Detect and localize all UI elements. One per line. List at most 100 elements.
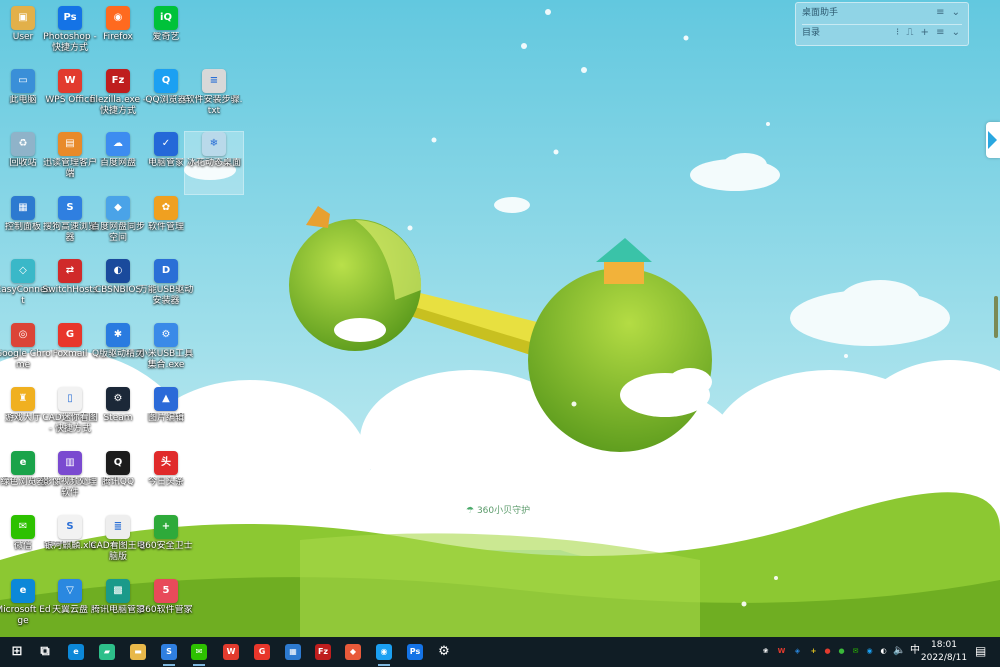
desktop-icon[interactable]: ≡ 软件安装步骤.txt (185, 69, 243, 131)
steam-icon: ⚙ (106, 387, 130, 411)
side-panel-tab[interactable] (986, 122, 1000, 158)
reader-app-icon: ▤ (58, 132, 82, 156)
tray-app-3-icon[interactable]: ● (836, 646, 847, 657)
usb-tool-icon: ⚙ (154, 323, 178, 347)
widget-title-tools[interactable]: ≡ ⌄ (936, 5, 962, 21)
desktop-icon-label: 360安全卫士 (139, 541, 193, 551)
text-file-icon: ≡ (202, 69, 226, 93)
driver-installer-icon: D (154, 259, 178, 283)
news-app-icon: 头 (154, 451, 178, 475)
edge-icon: e (11, 579, 35, 603)
iqiyi-icon: iQ (154, 6, 178, 30)
desktop-icon-label: 今日头条 (147, 477, 184, 487)
control-panel-icon: ▦ (11, 196, 35, 220)
browser-taskbar-icon[interactable]: ◉ (369, 640, 399, 666)
task-view-button[interactable]: ⧉ (30, 640, 60, 664)
settings-glyph-icon: ⚙ (438, 644, 450, 659)
side-tab-arrow-icon (988, 131, 997, 149)
control-panel-taskbar-icon[interactable]: ▦ (278, 640, 308, 664)
photoshop-taskbar-icon[interactable]: Ps (400, 640, 430, 664)
volume-icon[interactable]: 🔈 (893, 645, 905, 657)
tray-app-2-icon[interactable]: ● (822, 646, 833, 657)
sogou-taskbar-icon[interactable]: S (154, 640, 184, 666)
pc-manager-icon: ✓ (154, 132, 178, 156)
start-glyph-icon: ⊞ (11, 644, 23, 659)
switchhosts-icon: ⇄ (58, 259, 82, 283)
tray-shield-icon[interactable]: ◈ (792, 646, 803, 657)
widget-directory-row: 目录 ⁝ ⎍ + ≡ ⌄ (802, 24, 962, 41)
desktop-icon[interactable]: ⚙ 小米USB工具集合.exe (137, 323, 195, 385)
desktop-icon-label: 360软件管家 (139, 605, 193, 615)
tray-app-5-icon[interactable]: ◐ (878, 646, 889, 657)
foxmail-taskbar-icon[interactable]: G (247, 640, 277, 664)
desktop-icon-label: 万能USB驱动安装器 (138, 285, 194, 306)
photoshop-glyph-icon: Ps (407, 644, 423, 660)
bios-tool-icon: ◐ (106, 259, 130, 283)
foxmail-icon: G (58, 323, 82, 347)
widget-subtitle: 目录 (802, 28, 821, 38)
firefox-icon: ◉ (106, 6, 130, 30)
app-glyph-icon: ◆ (345, 644, 361, 660)
widget-title-row: 桌面助手 ≡ ⌄ (802, 5, 962, 21)
start-button[interactable]: ⊞ (2, 640, 32, 664)
desktop-icon-label: 图片编辑 (147, 413, 184, 423)
desktop-icon[interactable]: +360安全卫士 (137, 515, 195, 577)
qq-browser-icon: Q (154, 69, 178, 93)
desktop-icon[interactable]: D 万能USB驱动安装器 (137, 259, 195, 321)
snowflake-icon: ❄ (202, 132, 226, 156)
desktop-icon-label: 冰花动态桌面 (186, 158, 241, 168)
clock-time: 18:01 (931, 640, 957, 650)
settings-taskbar-icon[interactable]: ⚙ (429, 640, 459, 664)
software-manager-icon: ✿ (154, 196, 178, 220)
recycle-bin-icon: ♻ (11, 132, 35, 156)
sync-space-icon: ◆ (106, 196, 130, 220)
tray-app-1-icon[interactable]: ❀ (760, 646, 771, 657)
notification-icon[interactable]: ▤ (975, 644, 986, 658)
sogou-browser-icon: S (58, 196, 82, 220)
desktop-icon[interactable]: 5 360软件管家 (137, 579, 195, 641)
wps-taskbar-icon[interactable]: W (216, 640, 246, 664)
easyconnect-icon: ◇ (11, 259, 35, 283)
foxmail-glyph-icon: G (254, 644, 270, 660)
wps-glyph-icon: W (223, 644, 239, 660)
tray-360-icon[interactable]: + (808, 646, 819, 657)
desktop-icon[interactable]: iQ 爱奇艺 (137, 6, 195, 68)
tray-app-4-icon[interactable]: ◉ (864, 646, 875, 657)
media-app-icon: ▥ (58, 451, 82, 475)
cloud-drive-icon: ▽ (58, 579, 82, 603)
360-software-icon: 5 (154, 579, 178, 603)
task-view-glyph-icon: ⧉ (40, 644, 50, 659)
game-center-icon: ♜ (11, 387, 35, 411)
tray-wps-icon[interactable]: W (776, 646, 787, 657)
driver-genius-icon: ✱ (106, 323, 130, 347)
wechat-glyph-icon: ✉ (191, 644, 207, 660)
desktop-assistant-widget[interactable]: 桌面助手 ≡ ⌄ 目录 ⁝ ⎍ + ≡ ⌄ (795, 2, 969, 46)
filezilla-icon: Fz (106, 69, 130, 93)
desktop-icon[interactable]: ✿ 软件管理 (137, 196, 195, 258)
desktop-icon[interactable]: ▲ 图片编辑 (137, 387, 195, 449)
widget-row-tools[interactable]: ⁝ ⎍ + ≡ ⌄ (896, 25, 962, 41)
clock-date: 2022/8/11 (920, 653, 968, 663)
tray-wechat-icon[interactable]: ✉ (850, 646, 861, 657)
control-panel-glyph-icon: ▦ (285, 644, 301, 660)
desktop-icon-label: 爱奇艺 (152, 32, 180, 42)
widget-title: 桌面助手 (802, 8, 839, 18)
desktop-icon[interactable]: 头今日头条 (137, 451, 195, 513)
notes-glyph-icon: ▰ (99, 644, 115, 660)
notes-taskbar-icon[interactable]: ▰ (92, 640, 122, 664)
photoshop-icon: Ps (58, 6, 82, 30)
app-taskbar-icon[interactable]: ◆ (338, 640, 368, 664)
baidu-netdisk-icon: ☁ (106, 132, 130, 156)
file-explorer-taskbar-icon[interactable]: ▬ (123, 640, 153, 664)
wallpaper-watermark: ☂ 360小贝守护 (466, 506, 531, 516)
filezilla-taskbar-icon[interactable]: Fz (308, 640, 338, 664)
browser-glyph-icon: ◉ (376, 644, 392, 660)
desktop-icon[interactable]: ❄ 冰花动态桌面 (184, 131, 244, 195)
wechat-taskbar-icon[interactable]: ✉ (184, 640, 214, 666)
edge-taskbar-icon[interactable]: e (61, 640, 91, 664)
taskbar-clock[interactable]: 18:01 2022/8/11 (918, 639, 970, 665)
desktop-icon-label: 软件管理 (147, 222, 184, 232)
document-file-icon: ≣ (106, 515, 130, 539)
user-folder-icon: ▣ (11, 6, 35, 30)
scrollbar-thumb[interactable] (994, 296, 998, 338)
